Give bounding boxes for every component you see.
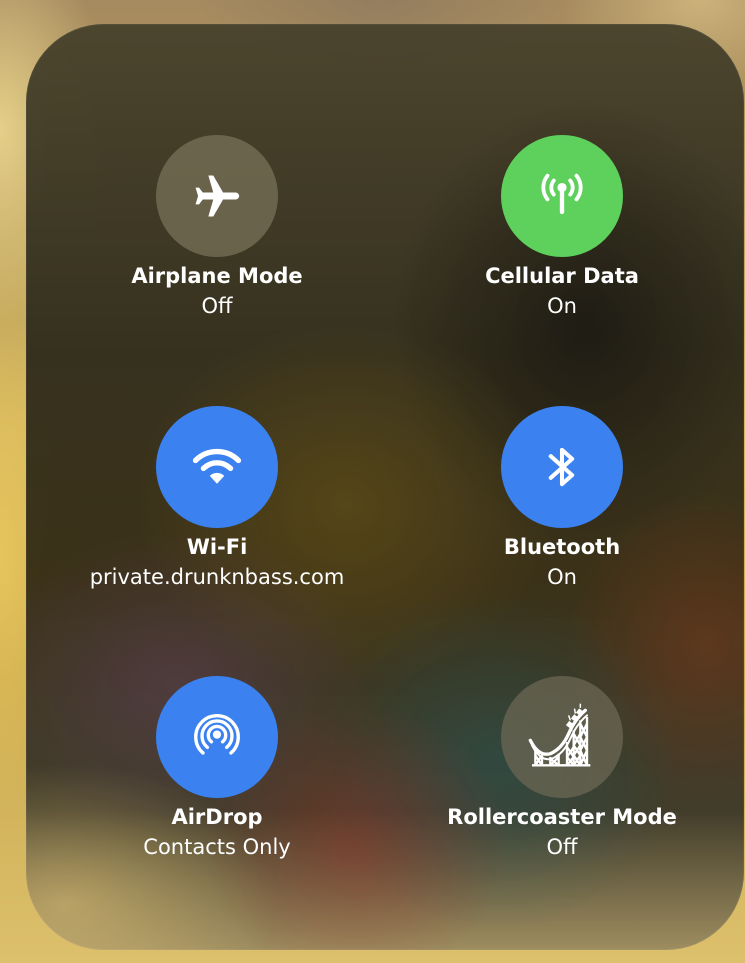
- bluetooth-button[interactable]: [501, 406, 623, 528]
- bluetooth-label: Bluetooth: [503, 535, 621, 559]
- wifi-network-name: private.drunknbass.com: [89, 565, 345, 589]
- wifi-toggle[interactable]: Wi-Fi private.drunknbass.com: [47, 406, 387, 646]
- airplane-mode-label: Airplane Mode: [131, 264, 303, 288]
- airplane-mode-toggle[interactable]: Airplane Mode Off: [47, 135, 387, 375]
- rollercoaster-icon: [528, 703, 591, 767]
- airplane-icon: [195, 175, 240, 217]
- airdrop-label: AirDrop: [171, 805, 263, 829]
- rollercoaster-mode-label: Rollercoaster Mode: [447, 805, 677, 829]
- airplane-mode-button[interactable]: [156, 135, 278, 257]
- wifi-label: Wi-Fi: [186, 535, 248, 559]
- bluetooth-icon: [548, 447, 575, 487]
- airdrop-status: Contacts Only: [143, 835, 291, 859]
- connectivity-expanded-panel: Airplane Mode Off Cellular Data On Wi-Fi…: [26, 24, 744, 950]
- wifi-button[interactable]: [156, 406, 278, 528]
- bluetooth-status: On: [547, 565, 577, 589]
- airdrop-toggle[interactable]: AirDrop Contacts Only: [47, 676, 387, 916]
- bluetooth-toggle[interactable]: Bluetooth On: [392, 406, 732, 646]
- airdrop-button[interactable]: [156, 676, 278, 798]
- cellular-data-label: Cellular Data: [485, 264, 639, 288]
- airplane-mode-status: Off: [201, 294, 233, 318]
- rollercoaster-mode-toggle[interactable]: Rollercoaster Mode Off: [392, 676, 732, 916]
- rollercoaster-mode-status: Off: [546, 835, 578, 859]
- cellular-data-status: On: [547, 294, 577, 318]
- cellular-data-toggle[interactable]: Cellular Data On: [392, 135, 732, 375]
- rollercoaster-mode-button[interactable]: [501, 676, 623, 798]
- wifi-icon: [192, 448, 242, 484]
- airdrop-icon: [194, 714, 240, 755]
- cellular-data-button[interactable]: [501, 135, 623, 257]
- cellular-antenna-icon: [541, 173, 583, 215]
